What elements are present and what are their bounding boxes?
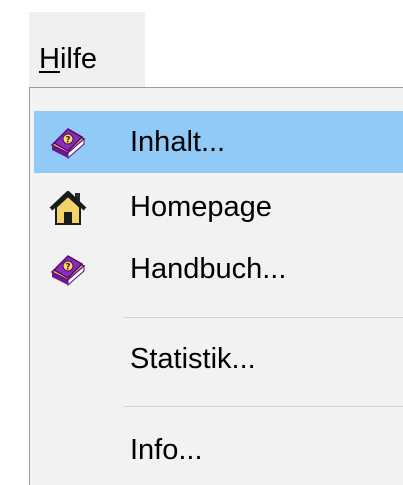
menu-separator [124,406,403,407]
menu-item-label: Homepage [130,191,272,223]
help-menu-dropdown: ? Inhalt... Homepage ? Handbuch... Stati… [29,87,403,485]
svg-text:?: ? [65,136,70,146]
menu-hilfe-label: ilfe [59,43,98,75]
menu-hilfe[interactable]: Hilfe [29,12,145,87]
screen: Hilfe ? Inhalt... Homepage ? Handbuch...… [0,0,403,485]
menu-item-handbuch[interactable]: ? Handbuch... [34,238,403,300]
home-icon [48,188,88,228]
menu-item-label: Info... [130,434,203,466]
menu-separator [124,317,403,318]
menu-item-homepage[interactable]: Homepage [34,176,403,238]
menu-item-label: Handbuch... [130,253,287,285]
menu-item-info[interactable]: Info... [34,419,403,481]
menu-item-label: Inhalt... [130,126,226,158]
menu-item-label: Statistik... [130,343,256,375]
help-book-icon: ? [48,250,88,290]
svg-text:?: ? [65,263,70,273]
menu-item-inhalt[interactable]: ? Inhalt... [34,111,403,173]
menu-item-statistik[interactable]: Statistik... [34,328,403,390]
help-book-icon: ? [48,123,88,163]
menu-hilfe-mnemonic: H [39,43,60,75]
